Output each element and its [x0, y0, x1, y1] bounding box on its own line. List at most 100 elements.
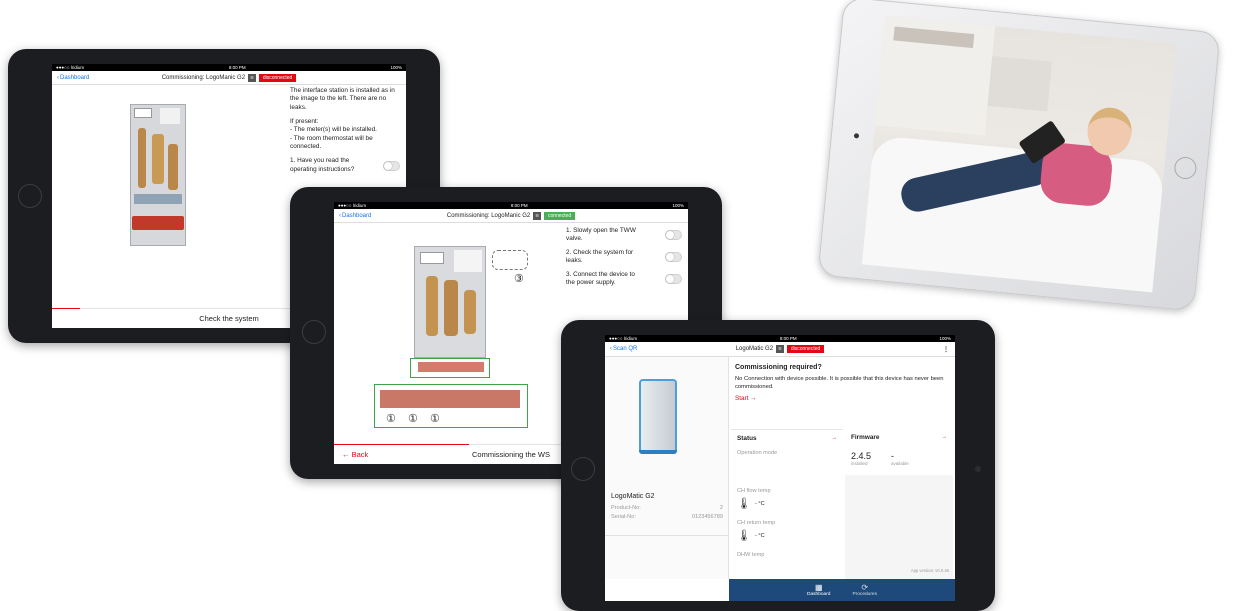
thermometer-icon: 🌡 [737, 498, 751, 510]
device-image [639, 379, 677, 453]
nav-bar: ‹ Dashboard Commissioning: LogoManic G2 ≋… [334, 209, 688, 223]
step-row: 2. Check the system for leaks. [566, 249, 682, 265]
carrier-text: ●●●○○ lridium [609, 336, 638, 341]
instruction-text: The interface station is installed as in… [290, 87, 395, 111]
tab-procedures[interactable]: ⟳ Procedures [852, 583, 877, 597]
instruction-thermostat: - The room thermostat will be connected. [290, 134, 373, 150]
callout-marker: ① [408, 413, 418, 425]
tab-dashboard-label: Dashboard [807, 591, 831, 597]
nav-title: Commissioning: LogoManic G2 ≋ connected [334, 211, 688, 220]
carrier-text: ●●●○○ lridium [338, 203, 367, 208]
front-camera [853, 133, 860, 139]
photo-image [861, 15, 1177, 293]
chevron-left-icon: ‹ [57, 74, 59, 81]
callout-marker: ① [430, 413, 440, 425]
progress-bar [52, 308, 81, 309]
step-toggle[interactable] [665, 230, 682, 240]
back-button[interactable]: ‹ Scan QR [610, 346, 637, 352]
instruction-meter: - The meter(s) will be installed. [290, 126, 377, 134]
ch-flow-value: - °C [754, 500, 765, 507]
battery-text: 100% [390, 65, 402, 70]
question-text: 1. Have you read the operating instructi… [290, 157, 355, 173]
firmware-title: Firmware [851, 434, 880, 441]
firmware-arrow-icon[interactable]: → [941, 434, 947, 441]
firmware-available-label: available [891, 461, 909, 466]
wifi-icon: ≋ [248, 73, 256, 82]
device-panel: LogoMatic G2 Product-No: 2 Serial-No: 01… [605, 357, 729, 579]
connection-badge: disconnected [786, 345, 825, 353]
station-illustration [130, 104, 186, 246]
wifi-icon: ≋ [533, 211, 542, 220]
front-camera [975, 466, 981, 472]
alert-title: Commissioning required? [735, 364, 822, 371]
clock-text: 8:00 PM [779, 336, 797, 341]
status-bar: ●●●○○ lridium 8:00 PM 100% [52, 64, 406, 71]
serial-no-value: 0123456789 [691, 514, 723, 520]
ch-return-value: - °C [754, 532, 765, 539]
step-label: 2. Check the system for leaks. [566, 249, 634, 264]
step-row: 3. Connect the device to the power suppl… [566, 271, 682, 287]
photo-tablet [817, 0, 1221, 312]
step-toggle[interactable] [665, 252, 682, 262]
status-card: Status → Operation mode CH flow temp 🌡 -… [731, 429, 843, 579]
nav-bar: ‹ Dashboard Commissioning: LogoManic G2 ≋… [52, 71, 406, 85]
start-link[interactable]: Start → [735, 395, 953, 403]
app-version: App version: v0.0.45 [910, 568, 949, 573]
tab-procedures-label: Procedures [852, 591, 877, 597]
back-button[interactable]: ‹ Dashboard [339, 213, 371, 219]
back-label: Dashboard [60, 74, 90, 81]
page-title: Commissioning: LogoManic G2 [161, 74, 246, 81]
footer-title: Check the system [199, 314, 259, 323]
back-button[interactable]: ‹ Dashboard [57, 75, 89, 81]
serial-no-label: Serial-No: [611, 514, 636, 520]
firmware-installed-label: installed [851, 461, 868, 466]
home-button[interactable] [18, 184, 42, 208]
connection-badge: connected [544, 211, 576, 220]
connection-badge: disconnected [258, 73, 297, 82]
nav-title: Commissioning: LogoManic G2 ≋ disconnect… [52, 73, 406, 82]
ch-return-label: CH return temp [737, 520, 776, 526]
read-instructions-toggle[interactable] [383, 160, 400, 171]
ch-flow-label: CH flow temp [737, 488, 771, 494]
status-bar: ●●●○○ lridium 8:00 PM 100% [334, 202, 688, 209]
operation-mode-label: Operation mode [737, 450, 778, 456]
progress-bar [334, 444, 469, 445]
callout-valve: ③ [514, 273, 524, 285]
step-row: 1. Slowly open the TWW valve. [566, 227, 682, 243]
carrier-text: ●●●○○ lridium [56, 65, 85, 70]
chevron-left-icon: ‹ [339, 212, 341, 219]
clock-text: 8:00 PM [228, 65, 246, 70]
firmware-card: Firmware → 2.4.5 installed - available A… [845, 429, 953, 579]
home-button[interactable] [1173, 156, 1198, 181]
dhw-label: DHW temp [737, 552, 765, 558]
steps-panel: 1. Slowly open the TWW valve. 2. Check t… [560, 223, 688, 320]
step-label: 1. Slowly open the TWW valve. [566, 227, 636, 242]
nav-bar: ‹ Scan QR LogoMatic G2 ≋ disconnected ⋮ [605, 342, 955, 357]
back-label: Scan QR [613, 346, 638, 352]
product-no-label: Product-No: [611, 505, 641, 511]
tab-dashboard[interactable]: ▦ Dashboard [807, 582, 831, 597]
more-menu-icon[interactable]: ⋮ [943, 346, 949, 353]
wifi-icon: ≋ [776, 345, 784, 353]
callout-marker: ① [386, 413, 396, 425]
tab-bar: ▦ Dashboard ⟳ Procedures [729, 579, 955, 601]
station-illustration: ③ ① ① ① [374, 246, 544, 430]
home-button[interactable] [571, 457, 595, 481]
footer-title: Commissioning the WS [472, 450, 550, 459]
chevron-left-icon: ‹ [610, 346, 612, 352]
firmware-available-version: - [891, 451, 895, 461]
home-button[interactable] [302, 320, 326, 344]
tablet-dashboard: ●●●○○ lridium 8:00 PM 100% ‹ Scan QR Logo… [561, 320, 995, 611]
screen-dashboard: ●●●○○ lridium 8:00 PM 100% ‹ Scan QR Logo… [605, 335, 955, 601]
step-toggle[interactable] [665, 274, 682, 284]
grid-icon: ▦ [814, 582, 823, 592]
product-no-value: 2 [719, 505, 723, 511]
status-arrow-icon[interactable]: → [831, 435, 837, 442]
page-title: LogoMatic G2 [735, 346, 774, 352]
back-link[interactable]: ← Back [342, 450, 368, 459]
page-title: Commissioning: LogoManic G2 [446, 212, 531, 219]
alert-text: No Connection with device possible. It i… [735, 376, 944, 390]
instruction-heading: If present: [290, 117, 319, 125]
nav-title: LogoMatic G2 ≋ disconnected [605, 345, 955, 353]
status-title: Status [737, 435, 757, 442]
